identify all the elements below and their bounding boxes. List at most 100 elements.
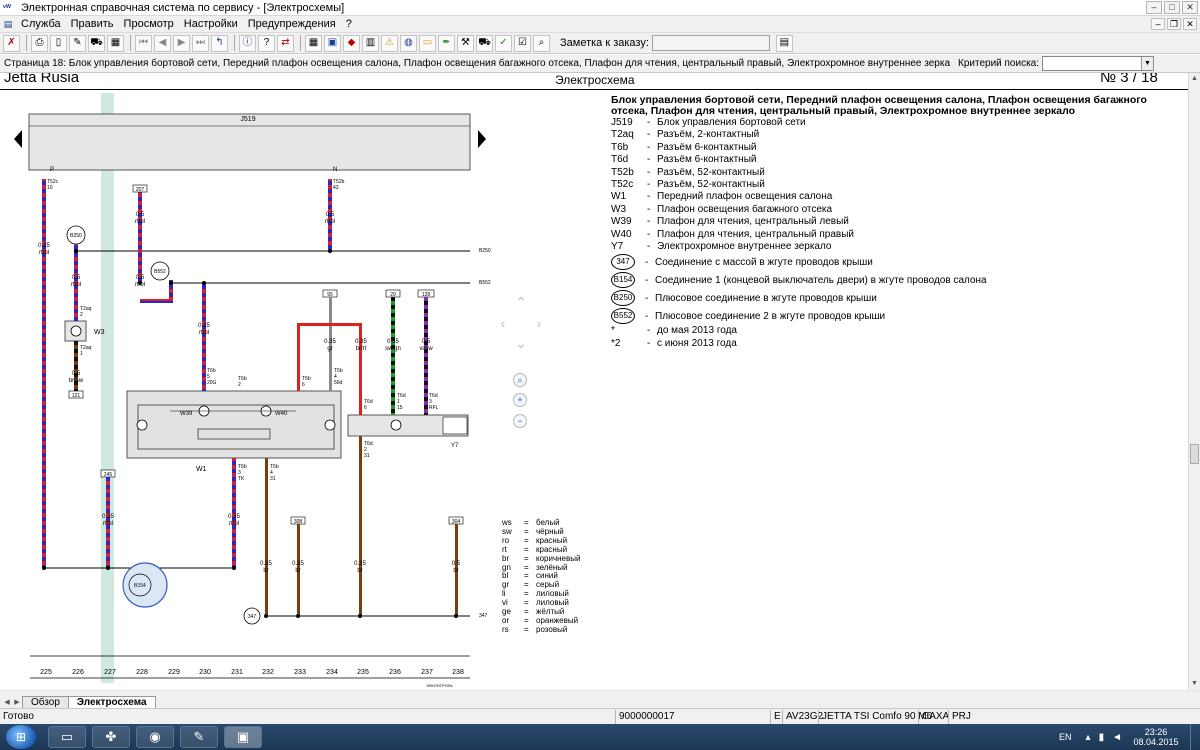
legend-item: Y7- Электрохромное внутреннее зеркало [611,241,832,253]
car-icon[interactable]: ⛟ [88,34,105,52]
document-icon: ▤ [3,19,13,29]
menu-settings[interactable]: Настройки [179,17,243,31]
svg-text:0.35: 0.35 [198,323,210,329]
tab-overview[interactable]: Обзор [22,696,69,708]
zoom-out-icon[interactable]: − [513,414,527,428]
clock-date: 08.04.2015 [1133,737,1179,747]
status-gear: PRJ [948,709,972,724]
mdi-minimize-icon[interactable]: – [1151,18,1165,30]
scroll-thumb[interactable] [1190,444,1199,464]
info-icon[interactable]: ⓘ [239,34,256,52]
search-criteria-select[interactable]: ▼ [1042,56,1155,71]
language-indicator[interactable]: EN [1059,732,1072,742]
mdi-close-icon[interactable]: ✕ [1183,18,1197,30]
status-engine: CAXA [918,709,949,724]
svg-text:B154: B154 [134,583,146,589]
wire-color-codes: ws = белый sw = чёрный ro = красный rt = красный… [502,518,580,635]
chrome-icon[interactable]: ◉ [136,726,174,748]
svg-text:B552: B552 [479,280,491,286]
next-page-icon[interactable]: ▶ [173,34,190,52]
notes-icon[interactable]: ▤ [775,34,793,52]
wrench-icon[interactable]: ✒ [438,34,455,52]
zoom-in-icon[interactable]: + [513,393,527,407]
tab-scroll-right-icon[interactable]: ▶ [12,697,22,708]
zoom-fit-icon[interactable]: ⌕ [513,373,527,387]
search-doc-icon[interactable]: ⌕ [533,34,550,52]
folder-icon[interactable]: ▭ [419,34,436,52]
legend-connector-item: B552- Плюсовое соединение 2 в жгуте прово… [611,307,1186,325]
exit-icon[interactable]: ✗ [3,34,20,52]
checklist-icon[interactable]: ☑ [514,34,531,52]
first-page-icon[interactable]: ⏮ [135,34,152,52]
tray-arrow-icon[interactable]: ▴ [1086,732,1091,743]
legend-note: *2- с июня 2013 года [611,337,737,349]
menu-bar: ▤ Служба Править Просмотр Настройки Пред… [0,16,1200,32]
svg-text:6: 6 [302,382,305,388]
svg-text:Y7: Y7 [451,443,459,449]
check-icon[interactable]: ✓ [495,34,512,52]
svg-text:227: 227 [104,669,116,676]
diagram-icon[interactable]: ▣ [324,34,341,52]
back-icon[interactable]: ↰ [211,34,228,52]
explorer-icon[interactable]: ▭ [48,726,86,748]
svg-text:W3: W3 [94,329,105,336]
scroll-right-arrow-icon[interactable]: › [532,316,546,330]
show-desktop-button[interactable] [1190,724,1200,750]
network-icon[interactable]: ▮ [1099,732,1105,743]
vertical-scrollbar[interactable]: ▲ ▼ [1188,73,1200,690]
menu-edit[interactable]: Править [66,17,119,31]
svg-text:P: P [50,167,54,173]
volume-icon[interactable]: ◄ [1112,732,1122,743]
car-service-icon[interactable]: ⛟ [476,34,493,52]
prev-page-icon[interactable]: ◀ [154,34,171,52]
swap-icon[interactable]: ⇄ [277,34,294,52]
svg-text:234: 234 [326,669,338,676]
warning-icon[interactable]: ⚠ [381,34,398,52]
menu-view[interactable]: Просмотр [119,17,179,31]
help-icon[interactable]: ? [258,34,275,52]
new-document-icon[interactable]: ▯ [50,34,67,52]
status-order-number: 9000000017 [615,709,770,724]
grid-icon[interactable]: ▦ [107,34,124,52]
book-icon[interactable]: ▥ [362,34,379,52]
maximize-icon[interactable]: □ [1164,0,1180,14]
legend-item: T52b - Разъём, 52-контактный [611,166,765,178]
tab-wiring-diagram[interactable]: Электросхема [67,696,156,708]
scroll-left-arrow-icon[interactable]: ‹ [496,316,510,330]
tab-scroll-left-icon[interactable]: ◀ [2,697,12,708]
svg-text:0.35: 0.35 [387,339,399,345]
scroll-up-arrow-icon[interactable]: ⌃ [514,295,528,309]
scroll-down-arrow-icon[interactable]: ⌄ [514,336,528,350]
order-note-input[interactable] [651,35,770,51]
svg-text:10: 10 [47,185,53,191]
svg-text:56d: 56d [334,380,343,386]
menu-warnings[interactable]: Предупреждения [243,17,341,31]
tool-icon[interactable]: ⚒ [457,34,474,52]
toolbar: ✗ ⎙ ▯ ✎ ⛟ ▦ ⏮ ◀ ▶ ⏭ ↰ ⓘ ? ⇄ ▦ ▣ ◆ ▥ ⚠ ◍ … [0,32,1200,54]
mdi-restore-icon[interactable]: ❐ [1167,18,1181,30]
app-puzzle-icon[interactable]: ✤ [92,726,130,748]
windows-start-icon[interactable]: ⊞ [6,725,36,749]
print-icon[interactable]: ⎙ [31,34,48,52]
svg-text:31: 31 [364,453,370,459]
table-icon[interactable]: ▦ [305,34,322,52]
stamp-icon[interactable]: ◆ [343,34,360,52]
scroll-up-icon[interactable]: ▲ [1189,73,1200,85]
legend-title: Блок управления бортовой сети, Передний … [611,94,1147,117]
close-icon[interactable]: ✕ [1182,0,1198,14]
tab-strip: ◀ ▶ Обзор Электросхема [0,695,1200,708]
svg-text:229: 229 [168,669,180,676]
chevron-down-icon[interactable]: ▼ [1141,57,1154,70]
menu-help[interactable]: ? [341,17,357,31]
minimize-icon[interactable]: – [1146,0,1162,14]
svg-text:347: 347 [248,614,257,620]
clock[interactable]: 23:26 08.04.2015 [1130,727,1182,747]
scroll-down-icon[interactable]: ▼ [1189,678,1200,690]
globe-icon[interactable]: ◍ [400,34,417,52]
tools-icon[interactable]: ✎ [180,726,218,748]
legend-connector-item: B154- Соединение 1 (концевой выключатель … [611,271,1186,289]
menu-service[interactable]: Служба [16,17,66,31]
last-page-icon[interactable]: ⏭ [192,34,209,52]
edit-icon[interactable]: ✎ [69,34,86,52]
elsa-app-icon[interactable]: ▣ [224,726,262,748]
